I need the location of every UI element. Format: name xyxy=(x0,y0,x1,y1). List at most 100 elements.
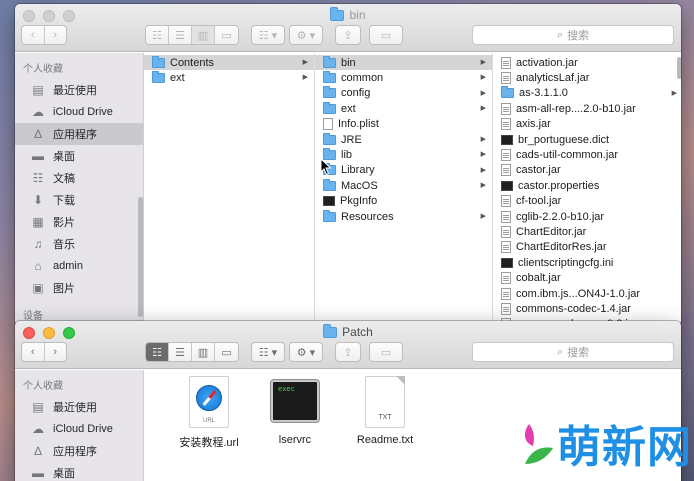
column-scrollbar[interactable] xyxy=(677,57,681,79)
finder-window-bin[interactable]: bin ‹ › ☷ ☰ ▥ ▭ ☷ ▾ ⚙ ▾ ⇪ ▭ ⌕ 搜索 个人收藏 ▤ … xyxy=(15,4,681,326)
share-button[interactable]: ⇪ xyxy=(335,25,361,45)
tags-button[interactable]: ▭ xyxy=(369,342,403,362)
back-button[interactable]: ‹ xyxy=(22,26,45,44)
disclosure-arrow-icon: ▶ xyxy=(671,89,677,97)
file-name: com.ibm.js...ON4J-1.0.jar xyxy=(516,287,641,300)
file-row[interactable]: axis.jar xyxy=(493,117,681,132)
file-row[interactable]: ChartEditorRes.jar xyxy=(493,240,681,255)
file-item[interactable]: TXT Readme.txt xyxy=(340,376,430,446)
sidebar-item[interactable]: ⌂ admin xyxy=(15,255,143,277)
file-name: MacOS xyxy=(341,179,378,192)
group-button[interactable]: ☷ ▾ xyxy=(251,25,285,45)
list-view-icon[interactable]: ☰ xyxy=(169,26,192,44)
file-name: common xyxy=(341,72,384,85)
file-item[interactable]: URL 安装教程.url xyxy=(164,376,254,450)
group-button[interactable]: ☷ ▾ xyxy=(251,342,285,362)
file-row[interactable]: Info.plist xyxy=(315,117,492,132)
file-row[interactable]: ext ▶ xyxy=(144,70,314,85)
sidebar-item[interactable]: ☁ iCloud Drive xyxy=(15,101,143,123)
sidebar-item-label: 影片 xyxy=(53,217,75,229)
home-icon: ⌂ xyxy=(34,259,42,273)
file-name: lib xyxy=(341,149,353,162)
sidebar-section-favorites: 个人收藏 xyxy=(23,381,63,392)
icon-view-icon[interactable]: ☷ xyxy=(146,343,169,361)
file-type-badge: TXT xyxy=(378,414,392,421)
titlebar[interactable]: bin ‹ › ☷ ☰ ▥ ▭ ☷ ▾ ⚙ ▾ ⇪ ▭ ⌕ 搜索 xyxy=(15,4,681,52)
folder-icon xyxy=(323,132,336,145)
search-input[interactable]: ⌕ 搜索 xyxy=(472,25,674,45)
sidebar-item[interactable]: ▬ 桌面 xyxy=(15,462,143,481)
file-row[interactable]: castor.properties xyxy=(493,178,681,193)
action-button[interactable]: ⚙ ▾ xyxy=(289,25,323,45)
search-input[interactable]: ⌕ 搜索 xyxy=(472,342,674,362)
sidebar-item[interactable]: ▤ 最近使用 xyxy=(15,396,143,418)
file-row[interactable]: Resources ▶ xyxy=(315,209,492,224)
column-view-icon[interactable]: ▥ xyxy=(192,26,215,44)
disclosure-arrow-icon: ▶ xyxy=(302,74,308,82)
file-row[interactable]: as-3.1.1.0 ▶ xyxy=(493,86,681,101)
column-bin[interactable]: activation.jar analyticsLaf.jar as-3.1.1.0… xyxy=(493,53,681,326)
watermark-logo: 萌新网 xyxy=(521,411,692,475)
titlebar[interactable]: Patch ‹ › ☷ ☰ ▥ ▭ ☷ ▾ ⚙ ▾ ⇪ ▭ ⌕ 搜索 xyxy=(15,321,681,369)
forward-button[interactable]: › xyxy=(45,26,67,44)
forward-button[interactable]: › xyxy=(45,343,67,361)
file-row[interactable]: common ▶ xyxy=(315,70,492,85)
recent-icon: ▤ xyxy=(32,400,44,414)
file-row[interactable]: MacOS ▶ xyxy=(315,178,492,193)
file-row[interactable]: commons-codec-1.4.jar xyxy=(493,301,681,316)
file-row[interactable]: ext ▶ xyxy=(315,101,492,116)
sidebar-item[interactable]: ▬ 桌面 xyxy=(15,145,143,167)
file-row[interactable]: activation.jar xyxy=(493,55,681,70)
icon-view-icon[interactable]: ☷ xyxy=(146,26,169,44)
file-row[interactable]: cglib-2.2.0-b10.jar xyxy=(493,209,681,224)
disclosure-arrow-icon: ▶ xyxy=(480,212,486,220)
sprout-logo-icon xyxy=(524,424,553,464)
file-row[interactable]: Library ▶ xyxy=(315,163,492,178)
sidebar-item[interactable]: ☁ iCloud Drive xyxy=(15,418,143,440)
view-mode-segment: ☷ ☰ ▥ ▭ xyxy=(145,342,239,362)
window-title: bin xyxy=(15,6,681,22)
file-name: axis.jar xyxy=(516,118,551,131)
file-row[interactable]: analyticsLaf.jar xyxy=(493,70,681,85)
sidebar-item[interactable]: ⬇ 下载 xyxy=(15,189,143,211)
column-view-icon[interactable]: ▥ xyxy=(192,343,215,361)
file-row[interactable]: Contents ▶ xyxy=(144,55,314,71)
file-row[interactable]: cads-util-common.jar xyxy=(493,147,681,162)
action-button[interactable]: ⚙ ▾ xyxy=(289,342,323,362)
file-row[interactable]: clientscriptingcfg.ini xyxy=(493,255,681,270)
toolbar: ‹ › ☷ ☰ ▥ ▭ ☷ ▾ ⚙ ▾ ⇪ ▭ ⌕ 搜索 xyxy=(15,25,681,47)
sidebar-item[interactable]: ∆ 应用程序 xyxy=(15,440,143,462)
file-name: br_portuguese.dict xyxy=(518,133,610,146)
file-row[interactable]: lib ▶ xyxy=(315,147,492,162)
sidebar-item[interactable]: ∆ 应用程序 xyxy=(15,123,143,145)
file-row[interactable]: bin ▶ xyxy=(315,55,492,71)
gallery-view-icon[interactable]: ▭ xyxy=(215,343,238,361)
file-row[interactable]: com.ibm.js...ON4J-1.0.jar xyxy=(493,286,681,301)
file-row[interactable]: castor.jar xyxy=(493,163,681,178)
file-row[interactable]: PkgInfo xyxy=(315,194,492,209)
tags-button[interactable]: ▭ xyxy=(369,25,403,45)
column-contents[interactable]: Contents ▶ ext ▶ xyxy=(144,53,315,326)
sidebar-item[interactable]: ▦ 影片 xyxy=(15,211,143,233)
sidebar-item[interactable]: ☷ 文稿 xyxy=(15,167,143,189)
column-subfolders[interactable]: bin ▶ common ▶ config ▶ ext ▶ Info.plist JRE ▶ lib ▶… xyxy=(315,53,493,326)
file-row[interactable]: cobalt.jar xyxy=(493,270,681,285)
sidebar-item[interactable]: ♫ 音乐 xyxy=(15,233,143,255)
file-row[interactable]: config ▶ xyxy=(315,86,492,101)
file-row[interactable]: cf-tool.jar xyxy=(493,194,681,209)
share-button[interactable]: ⇪ xyxy=(335,342,361,362)
sidebar-item[interactable]: ▤ 最近使用 xyxy=(15,79,143,101)
back-button[interactable]: ‹ xyxy=(22,343,45,361)
file-name: ext xyxy=(341,102,356,115)
sidebar: 个人收藏 ▤ 最近使用 ☁ iCloud Drive ∆ 应用程序 ▬ 桌面 ☷ 文稿 ⬇ 下载 ▦ 影片… xyxy=(15,53,144,326)
file-row[interactable]: br_portuguese.dict xyxy=(493,132,681,147)
file-item[interactable]: exec lservrc xyxy=(250,376,340,446)
file-row[interactable]: asm-all-rep....2.0-b10.jar xyxy=(493,101,681,116)
file-row[interactable]: ChartEditor.jar xyxy=(493,224,681,239)
sidebar-item[interactable]: ▣ 图片 xyxy=(15,277,143,299)
sidebar-scrollbar[interactable] xyxy=(138,197,143,317)
gallery-view-icon[interactable]: ▭ xyxy=(215,26,238,44)
file-row[interactable]: JRE ▶ xyxy=(315,132,492,147)
list-view-icon[interactable]: ☰ xyxy=(169,343,192,361)
downloads-icon: ⬇ xyxy=(32,193,44,207)
